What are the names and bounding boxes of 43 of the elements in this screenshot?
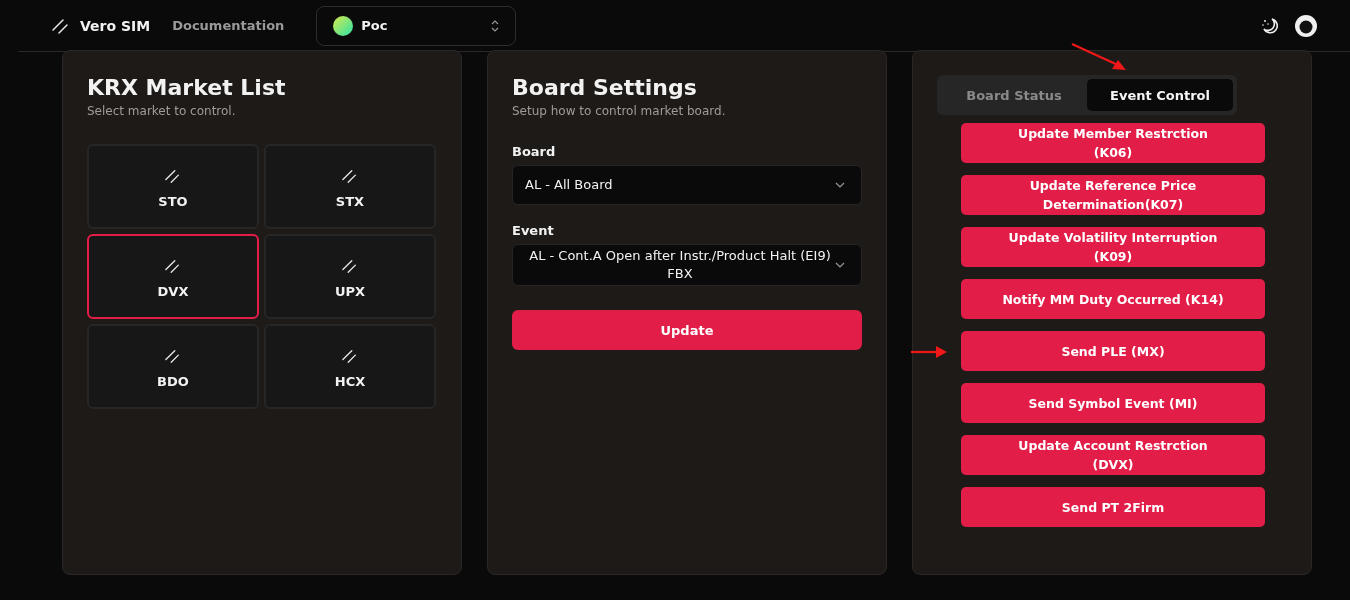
action-button[interactable]: Send PT 2Firm (961, 487, 1265, 527)
panel-subtitle: Setup how to control market board. (512, 104, 727, 118)
market-tile[interactable]: UPX (264, 234, 436, 319)
panel-title: Board Settings (512, 75, 698, 100)
chevron-down-icon (835, 182, 845, 188)
update-button[interactable]: Update (512, 310, 862, 350)
market-tile[interactable]: BDO (87, 324, 259, 409)
project-select[interactable]: Poc (316, 5, 517, 46)
action-button[interactable]: Notify MM Duty Occurred (K14) (961, 279, 1265, 319)
annotation-arrow (1070, 42, 1128, 72)
field-label: Event (512, 223, 555, 238)
action-button[interactable]: Update Reference Price Determination(K07) (961, 175, 1265, 215)
market-tile[interactable]: STX (264, 144, 436, 229)
panel-title: KRX Market List (87, 75, 287, 100)
market-tile[interactable]: HCX (264, 324, 436, 409)
avatar-icon[interactable] (1294, 13, 1318, 38)
action-button[interactable]: Update Volatility Interruption (K09) (961, 227, 1265, 267)
action-button[interactable]: Send PLE (MX) (961, 331, 1265, 371)
tab[interactable]: Event Control (1087, 79, 1233, 111)
market-icon (342, 257, 358, 274)
action-button[interactable]: Update Member Restrction (K06) (961, 123, 1265, 163)
market-icon (342, 167, 358, 184)
chevron-down-icon (835, 262, 845, 268)
market-tile[interactable]: DVX (87, 234, 259, 319)
select-field[interactable]: AL - Cont.A Open after Instr./Product Halt (EI9) FBX (512, 244, 862, 286)
documentation-link[interactable]: Documentation (172, 18, 285, 33)
select-field[interactable]: AL - All Board (512, 165, 862, 205)
field-label: Board (512, 144, 557, 159)
sort-icon (491, 19, 500, 32)
market-icon (165, 167, 181, 184)
panel-subtitle: Select market to control. (87, 104, 237, 118)
market-icon (165, 347, 181, 364)
action-button[interactable]: Update Account Restrction (DVX) (961, 435, 1265, 475)
tab[interactable]: Board Status (941, 79, 1087, 111)
action-button[interactable]: Send Symbol Event (MI) (961, 383, 1265, 423)
market-icon (165, 257, 181, 274)
project-avatar-icon (333, 15, 354, 36)
logo-icon (52, 16, 70, 35)
market-icon (342, 347, 358, 364)
brand-name: Vero SIM (80, 17, 151, 34)
moon-icon[interactable] (1260, 15, 1280, 36)
annotation-arrow (910, 344, 948, 360)
market-tile[interactable]: STO (87, 144, 259, 229)
